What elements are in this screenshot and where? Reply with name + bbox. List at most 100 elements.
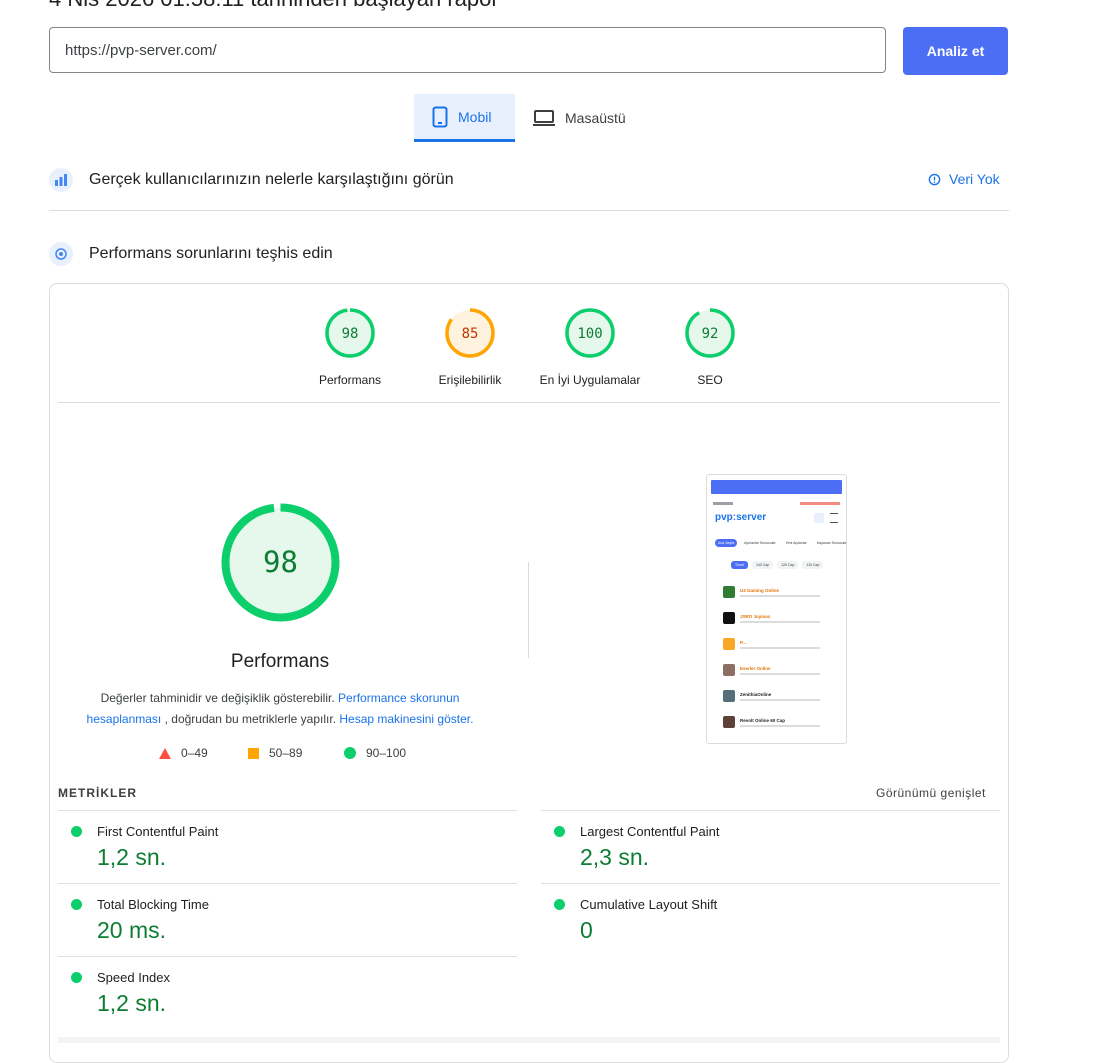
screenshot-tab: Yeni Açılanlar [785,541,807,545]
screenshot-tab: Ayrılanlar Sunucular [744,541,776,545]
score-gauge-3[interactable]: 92 SEO [645,307,775,387]
diagnose-title: Performans sorunlarını teşhis edin [89,245,333,262]
server-icon [723,664,735,676]
tab-desktop-label: Masaüstü [565,110,626,126]
info-icon [928,173,941,185]
server-name: U3 Gaming Online [740,587,780,593]
good-status-icon [554,899,565,910]
section-divider [49,210,1009,211]
show-calculator-link[interactable]: Hesap makinesini göster. [339,712,473,726]
good-status-icon [554,826,565,837]
no-data-link[interactable]: Veri Yok [928,171,1000,187]
screenshot-filter: 120 Cap [777,561,799,569]
metric-item: Total Blocking Time 20 ms. [71,897,209,944]
phone-icon [432,106,448,127]
triangle-icon [159,747,171,759]
score-gauge-1[interactable]: 85 Erişilebilirlik [405,307,535,387]
diagnose-icon [49,242,73,266]
score-gauge-ring: 92 [685,308,735,358]
server-icon [723,716,735,728]
score-label: SEO [697,373,723,387]
score-description: Değerler tahminidir ve değişiklik göster… [80,688,480,730]
metric-item: Cumulative Layout Shift 0 [554,897,717,944]
vertical-divider [528,562,529,658]
screenshot-server-row: Revolt Online 60 Cap [723,709,838,735]
metric-item: Largest Contentful Paint 2,3 sn. [554,824,719,871]
metric-name: Total Blocking Time [97,897,209,912]
screenshot-server-row: P... [723,631,838,657]
legend-poor: 0–49 [159,746,208,760]
good-status-icon [71,899,82,910]
screenshot-server-row: U3 Gaming Online [723,579,838,605]
analyze-button[interactable]: Analiz et [903,27,1008,75]
screenshot-logo: pvp:server [715,512,767,523]
server-name: P... [740,639,747,645]
screenshot-filters: Tümü 140 Cap 120 Cap 110 Cap [731,561,838,569]
score-value: 92 [702,326,719,342]
tab-mobile-label: Mobil [458,108,492,125]
score-gauge-0[interactable]: 98 Performans [285,307,415,387]
metric-item: Speed Index 1,2 sn. [71,970,170,1017]
screenshot-filter: 110 Cap [802,561,824,569]
page-screenshot: pvp:server Ana Sayfa Ayrılanlar Sunucular… [706,474,847,744]
score-label: Erişilebilirlik [438,373,502,387]
metric-divider [58,883,517,884]
field-data-title: Gerçek kullanıcılarınızın nelerle karşıl… [89,171,454,188]
server-name: ZenithiaOnline [740,691,772,697]
screenshot-banner [711,480,842,494]
legend-good-label: 90–100 [366,746,407,760]
metric-name: First Contentful Paint [97,824,219,839]
good-status-icon [71,826,82,837]
screenshot-tab: Kapanan Sunucular [816,541,847,545]
desc-text-2: , doğrudan bu metriklerle yapılır. [161,712,340,726]
screenshot-header: pvp:server [715,512,838,523]
legend-average-label: 50–89 [269,746,303,760]
tab-desktop[interactable]: Masaüstü [531,94,641,142]
score-value: 100 [577,326,602,342]
legend-poor-label: 0–49 [181,746,208,760]
screenshot-tabs: Ana Sayfa Ayrılanlar Sunucular Yeni Açılan… [715,539,846,547]
server-icon [723,690,735,702]
expand-view-button[interactable]: Görünümü genişlet [876,786,986,800]
server-name: JSRO Joymax [740,613,771,619]
server-name: Eserler Online [740,665,771,671]
score-gauge-ring: 100 [565,308,615,358]
screenshot-filter: 140 Cap [751,561,774,569]
circle-icon [344,747,356,759]
score-gauge-2[interactable]: 100 En İyi Uygulamalar [525,307,655,387]
main-score-label: Performans [230,651,330,672]
metric-item: First Contentful Paint 1,2 sn. [71,824,218,871]
main-score-gauge: 98 [221,503,340,622]
screenshot-server-list: U3 Gaming Online JSRO Joymax P... Eserler O… [723,579,838,735]
metrics-header: METRİKLER [58,786,137,800]
metric-value: 2,3 sn. [580,844,650,870]
square-icon [248,747,259,759]
metric-value: 20 ms. [97,917,167,943]
screenshot-server-row: Eserler Online [723,657,838,683]
screenshot-filter: Tümü [731,561,748,569]
metric-value: 0 [580,917,593,943]
server-icon [723,612,735,624]
metric-name: Cumulative Layout Shift [580,897,718,912]
users-chart-icon [49,168,73,192]
url-input[interactable] [49,27,886,73]
metric-divider [541,883,1000,884]
metric-value: 1,2 sn. [97,844,167,870]
score-value: 98 [342,326,359,342]
server-icon [723,638,735,650]
no-data-label: Veri Yok [949,171,1000,187]
tab-mobile[interactable]: Mobil [414,94,515,142]
main-score-value: 98 [263,545,298,579]
gauges-divider [58,402,1000,403]
score-gauge-ring: 85 [445,308,495,358]
laptop-icon [533,110,555,126]
metric-divider [58,810,517,811]
metric-name: Largest Contentful Paint [580,824,720,839]
legend-average: 50–89 [248,746,302,760]
screenshot-server-row: JSRO Joymax [723,605,838,631]
metric-divider [541,810,1000,811]
report-card [49,283,1009,1063]
score-value: 85 [462,326,479,342]
screenshot-server-row: ZenithiaOnline [723,683,838,709]
diagnose-section: Performans sorunlarını teşhis edin [49,242,333,266]
